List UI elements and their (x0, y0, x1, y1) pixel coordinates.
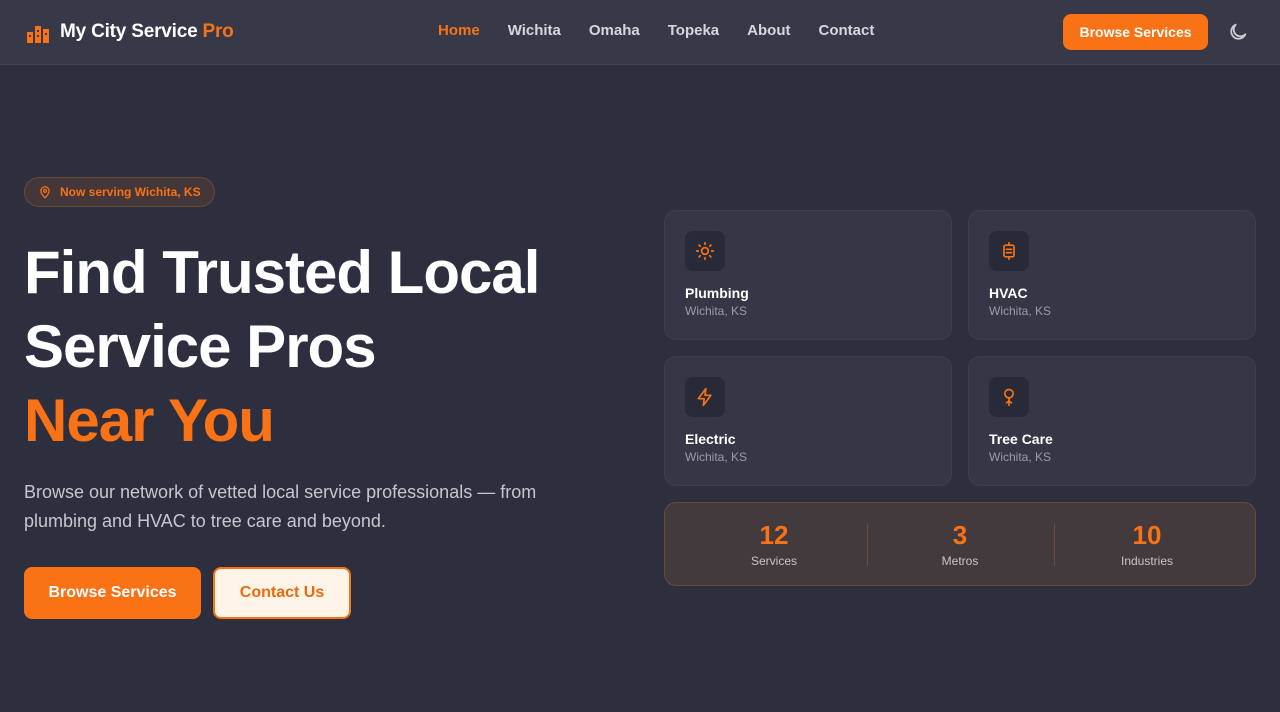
service-card-location: Wichita, KS (685, 450, 748, 464)
hero-title: Find Trusted Local Service Pros Near You (24, 236, 624, 458)
service-card-location: Wichita, KS (989, 450, 1052, 464)
service-card-title: Electric (685, 431, 736, 447)
location-badge: Now serving Wichita, KS (24, 177, 215, 207)
stat-label: Services (750, 554, 797, 568)
moon-icon[interactable] (1227, 21, 1249, 43)
header-browse-services-button[interactable]: Browse Services (1063, 14, 1208, 50)
nav-about[interactable]: About (747, 22, 790, 39)
map-pin-icon (40, 186, 50, 199)
stat-industries: 10 Industries (1054, 503, 1240, 587)
stat-value: 10 (1132, 520, 1162, 550)
browse-services-button[interactable]: Browse Services (24, 567, 201, 619)
hero-title-line-1: Find Trusted Local (24, 239, 540, 306)
sun-icon (695, 241, 715, 261)
nav-topeka[interactable]: Topeka (668, 22, 719, 39)
stat-value: 12 (759, 520, 789, 550)
brand-logo-link[interactable]: My City Service Pro (26, 20, 234, 44)
service-card-title: HVAC (989, 285, 1028, 301)
service-card-title: Tree Care (989, 431, 1053, 447)
service-card-location: Wichita, KS (685, 304, 748, 318)
card-icon-box (989, 377, 1029, 417)
service-card-hvac[interactable]: HVAC Wichita, KS (968, 210, 1256, 340)
service-card-location: Wichita, KS (989, 304, 1052, 318)
nav-wichita[interactable]: Wichita (508, 22, 561, 39)
stat-services: 12 Services (681, 503, 867, 587)
service-card-tree-care[interactable]: Tree Care Wichita, KS (968, 356, 1256, 486)
service-card-electric[interactable]: Electric Wichita, KS (664, 356, 952, 486)
card-icon-box (685, 231, 725, 271)
nav-home[interactable]: Home (438, 22, 480, 39)
hero-description: Browse our network of vetted local servi… (24, 482, 537, 531)
stats-panel: 12 Services 3 Metros 10 Industries (664, 502, 1256, 586)
location-badge-text: Now serving Wichita, KS (60, 185, 201, 199)
hero-title-line-2: Service Pros (24, 313, 377, 380)
hero-title-accent: Near You (24, 387, 275, 454)
main-nav: Home Wichita Omaha Topeka About Contact (438, 22, 902, 39)
site-header: My City Service Pro Home Wichita Omaha To… (0, 0, 1280, 65)
card-icon-box (685, 377, 725, 417)
service-card-title: Plumbing (685, 285, 749, 301)
stat-value: 3 (952, 520, 968, 550)
city-buildings-icon (27, 26, 49, 43)
service-card-plumbing[interactable]: Plumbing Wichita, KS (664, 210, 952, 340)
card-icon-box (989, 231, 1029, 271)
hvac-unit-icon (1003, 241, 1015, 261)
brand-accent: Pro (202, 21, 234, 42)
stat-label: Industries (1120, 554, 1174, 568)
nav-contact[interactable]: Contact (818, 22, 874, 39)
contact-us-button[interactable]: Contact Us (213, 567, 351, 619)
stat-label: Metros (941, 554, 979, 568)
stat-metros: 3 Metros (867, 503, 1053, 587)
nav-omaha[interactable]: Omaha (589, 22, 640, 39)
tree-icon (1004, 388, 1014, 407)
brand-name: My City Service Pro (60, 21, 234, 42)
lightning-bolt-icon (697, 387, 712, 407)
